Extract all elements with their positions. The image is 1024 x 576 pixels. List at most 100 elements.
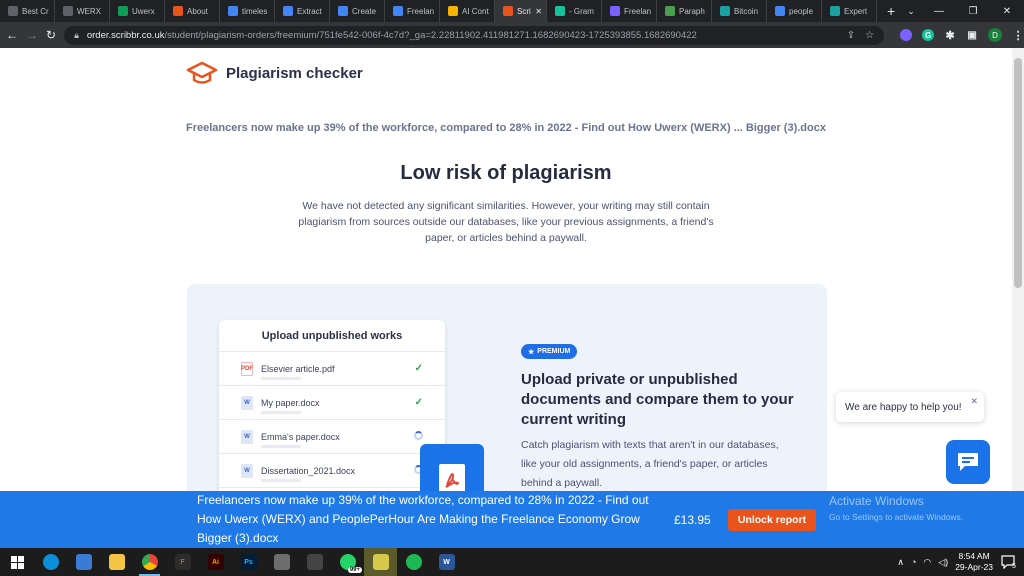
- app-taskbar-icon-8[interactable]: [265, 548, 298, 576]
- risk-title: Low risk of plagiarism: [400, 162, 612, 184]
- file-progress-track: [261, 479, 301, 482]
- tab-label: WERX: [77, 6, 101, 16]
- puzzle-extensions-icon[interactable]: ✱: [944, 29, 956, 42]
- tab-favicon-icon: [118, 6, 128, 16]
- extension-icon-1[interactable]: [900, 29, 913, 41]
- back-button[interactable]: ←: [6, 28, 18, 42]
- document-name: Freelancers now make up 39% of the workf…: [186, 122, 826, 134]
- close-window-button[interactable]: ✕: [990, 0, 1024, 22]
- store-taskbar-icon[interactable]: [67, 548, 100, 576]
- volume-icon[interactable]: ◁): [938, 557, 948, 568]
- wifi-icon[interactable]: ◠: [923, 557, 931, 568]
- page-scrollbar[interactable]: [1012, 48, 1024, 548]
- browser-tab[interactable]: Scri ✕: [495, 0, 547, 22]
- spotify-taskbar-icon[interactable]: [397, 548, 430, 576]
- browser-tab[interactable]: Freelan: [602, 0, 657, 22]
- word-file-icon: W: [241, 395, 253, 410]
- scribbr-logo[interactable]: Plagiarism checker: [186, 60, 363, 86]
- reload-button[interactable]: ↻: [46, 28, 56, 42]
- tab-label: Create: [352, 6, 377, 16]
- forward-button[interactable]: →: [26, 28, 38, 42]
- file-progress-track: [261, 411, 301, 414]
- menu-kebab-icon[interactable]: ⋮: [1012, 29, 1024, 42]
- lock-icon[interactable]: 🔒︎: [74, 30, 79, 41]
- tab-favicon-icon: [173, 6, 183, 16]
- browser-tab[interactable]: - Gram: [547, 0, 602, 22]
- url-text[interactable]: order.scribbr.co.uk/student/plagiarism-o…: [87, 30, 839, 41]
- photoshop-taskbar-icon[interactable]: Ps: [232, 548, 265, 576]
- browser-tab[interactable]: Paraph: [657, 0, 712, 22]
- tab-label: Freelan: [407, 6, 435, 16]
- browser-tab[interactable]: About: [165, 0, 220, 22]
- side-panel-icon[interactable]: ▣: [966, 29, 978, 41]
- edge-icon: [42, 554, 59, 570]
- browser-tab[interactable]: WERX: [55, 0, 110, 22]
- browser-tab[interactable]: Extract: [275, 0, 330, 22]
- promo-description: Catch plagiarism with texts that aren't …: [521, 439, 779, 489]
- file-row: W My paper.docx ✓: [219, 386, 445, 420]
- windows-taskbar: F Ai Ps 99+ W ∧ ◔ ◠ ◁) 8:54 AM 29-Apr-23…: [0, 548, 1024, 576]
- chrome-taskbar-icon[interactable]: [133, 548, 166, 576]
- share-icon[interactable]: ⇪: [847, 30, 855, 41]
- notification-count: 5: [1012, 562, 1016, 570]
- word-icon: W: [438, 554, 455, 570]
- app-taskbar-icon-11[interactable]: [364, 548, 397, 576]
- word-taskbar-icon[interactable]: W: [430, 548, 463, 576]
- unlock-report-button[interactable]: Unlock report: [728, 509, 816, 531]
- system-clock[interactable]: 8:54 AM 29-Apr-23: [955, 551, 993, 573]
- new-tab-button[interactable]: +: [887, 3, 895, 19]
- browser-tab[interactable]: Freelan: [385, 0, 440, 22]
- browser-tab[interactable]: Bitcoin: [712, 0, 767, 22]
- grammarly-icon[interactable]: G: [922, 29, 935, 41]
- browser-tab[interactable]: Best Cr: [0, 0, 55, 22]
- scrollbar-thumb[interactable]: [1014, 58, 1022, 288]
- close-tab-icon[interactable]: ✕: [535, 7, 542, 16]
- profile-avatar[interactable]: D: [988, 28, 1003, 42]
- star-icon: ★: [528, 348, 535, 356]
- url-domain: order.scribbr.co.uk: [86, 29, 165, 41]
- browser-toolbar: ← → ↻ 🔒︎ order.scribbr.co.uk/student/pla…: [0, 22, 1024, 48]
- chat-greeting-bubble[interactable]: We are happy to help you! ✕: [836, 392, 984, 422]
- word-file-icon: W: [241, 429, 253, 444]
- tab-label: Uwerx: [132, 6, 155, 16]
- file-name: Elsevier article.pdf: [261, 363, 335, 374]
- tab-favicon-icon: [775, 6, 785, 16]
- edge-taskbar-icon[interactable]: [34, 548, 67, 576]
- browser-tab-strip: Best Cr WERX Uwerx About timeles Extract Creat…: [0, 0, 1024, 22]
- system-tray: ∧ ◔ ◠ ◁) 8:54 AM 29-Apr-23 5: [897, 551, 1024, 573]
- browser-tab[interactable]: Expert: [822, 0, 877, 22]
- close-chat-bubble-icon[interactable]: ✕: [970, 396, 978, 407]
- activate-windows-watermark: Activate Windows Go to Settings to activ…: [829, 494, 963, 522]
- watermark-title: Activate Windows: [829, 494, 924, 508]
- tab-search-icon[interactable]: ⌄: [900, 0, 922, 22]
- file-explorer-taskbar-icon[interactable]: [100, 548, 133, 576]
- tab-favicon-icon: [448, 6, 458, 16]
- browser-tab[interactable]: people: [767, 0, 822, 22]
- browser-tab[interactable]: AI Cont: [440, 0, 495, 22]
- start-button[interactable]: [0, 548, 34, 576]
- restore-button[interactable]: ❐: [956, 0, 990, 22]
- browser-tab[interactable]: Uwerx: [110, 0, 165, 22]
- graduation-cap-icon: [186, 61, 218, 84]
- tab-favicon-icon: [338, 6, 348, 16]
- browser-tab[interactable]: timeles: [220, 0, 275, 22]
- file-name: Emma's paper.docx: [261, 431, 340, 442]
- app-taskbar-icon-9[interactable]: [298, 548, 331, 576]
- network-icon[interactable]: ◔: [911, 557, 916, 567]
- show-hidden-icons-icon[interactable]: ∧: [897, 557, 904, 568]
- file-name: Dissertation_2021.docx: [261, 465, 356, 476]
- spotify-icon: [405, 554, 422, 570]
- bookmark-star-icon[interactable]: ☆: [865, 30, 874, 41]
- tab-label: timeles: [242, 6, 268, 16]
- tab-label: Expert: [844, 6, 868, 16]
- address-bar[interactable]: 🔒︎ order.scribbr.co.uk/student/plagiaris…: [64, 25, 885, 45]
- tab-favicon-icon: [720, 6, 730, 16]
- minimize-button[interactable]: —: [922, 0, 956, 22]
- browser-tab[interactable]: Create: [330, 0, 385, 22]
- figma-taskbar-icon[interactable]: F: [166, 548, 199, 576]
- illustrator-taskbar-icon[interactable]: Ai: [199, 548, 232, 576]
- chat-launcher-button[interactable]: [946, 440, 990, 484]
- notification-center-button[interactable]: 5: [1000, 554, 1018, 570]
- pdf-icon: [439, 464, 465, 491]
- whatsapp-taskbar-icon[interactable]: 99+: [331, 548, 364, 576]
